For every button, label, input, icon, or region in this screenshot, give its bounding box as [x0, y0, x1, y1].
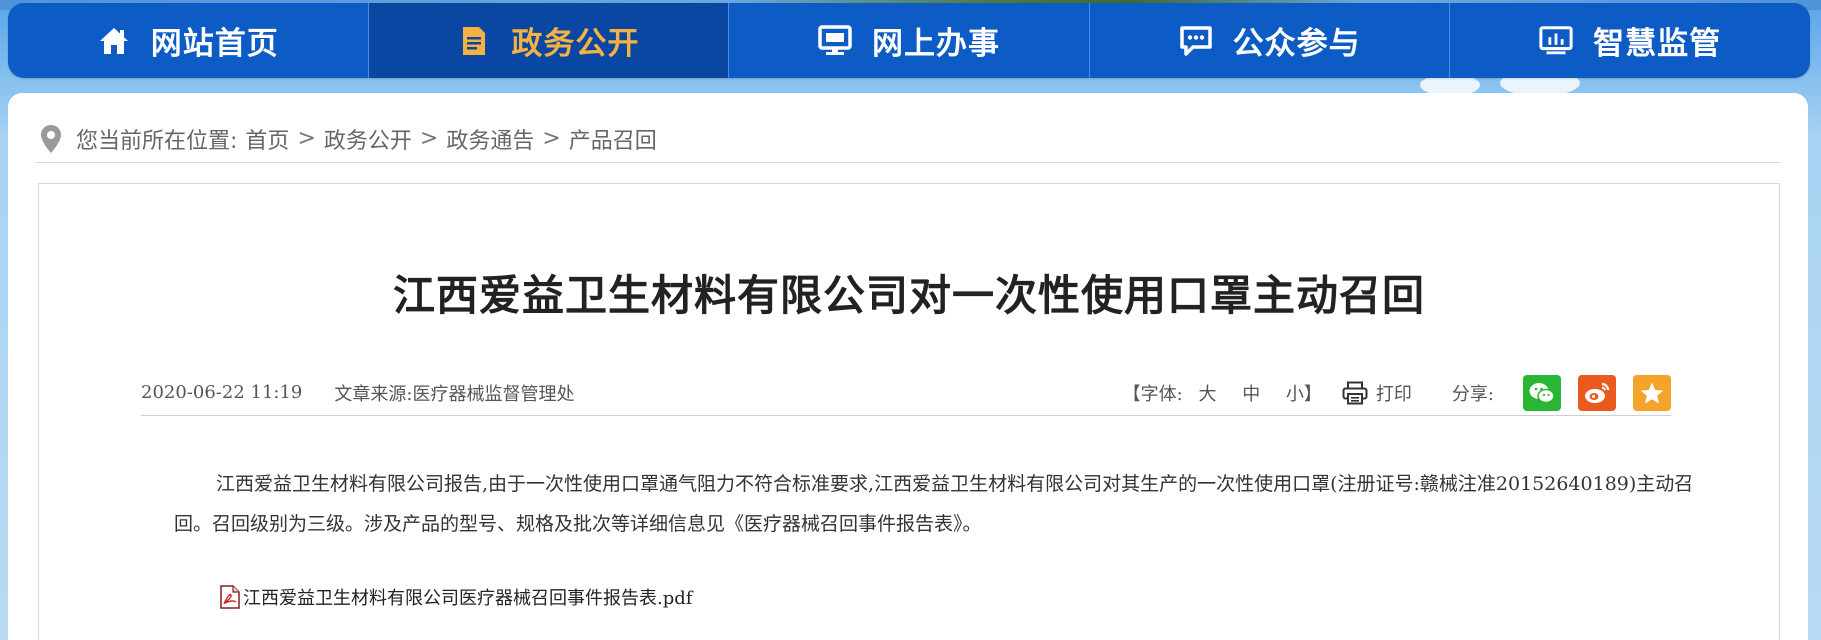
- breadcrumb-separator: >: [542, 126, 561, 151]
- nav-item-label: 网上办事: [871, 26, 1000, 62]
- location-pin-icon: [41, 124, 61, 153]
- favorite-icon: [1640, 382, 1664, 404]
- article-title: 江西爱益卫生材料有限公司对一次性使用口罩主动召回: [392, 272, 1425, 319]
- font-size-control: 【字体: 大 中 小】: [1123, 380, 1322, 406]
- breadcrumb-link-notices[interactable]: 政务通告: [446, 123, 534, 155]
- print-button[interactable]: 打印: [1342, 380, 1412, 406]
- breadcrumb-link-government-affairs[interactable]: 政务公开: [324, 123, 412, 155]
- nav-item-home[interactable]: 网站首页: [8, 3, 369, 78]
- share-wechat-button[interactable]: [1523, 374, 1561, 411]
- font-size-label: 【字体:: [1122, 383, 1183, 405]
- content-card: 您当前所在位置: 首页 > 政务公开 > 政务通告 > 产品召回 江西爱益卫生材…: [8, 93, 1808, 640]
- attachment-filename: 江西爱益卫生材料有限公司医疗器械召回事件报告表.pdf: [243, 588, 693, 609]
- print-label: 打印: [1375, 383, 1412, 405]
- font-size-small-button[interactable]: 小】: [1286, 384, 1322, 405]
- nav-item-label: 智慧监管: [1593, 26, 1722, 62]
- breadcrumb-separator: >: [419, 126, 439, 151]
- nav-item-label: 政务公开: [511, 26, 640, 62]
- printer-icon: [1342, 381, 1368, 404]
- monitor-icon: [818, 24, 852, 58]
- dashboard-icon: [1539, 24, 1573, 58]
- article-container: 江西爱益卫生材料有限公司对一次性使用口罩主动召回 2020-06-22 11:1…: [38, 183, 1780, 640]
- article-meta: 2020-06-22 11:19 文章来源:医疗器械监督管理处 【字体: 大 中…: [141, 370, 1671, 416]
- font-size-medium-button[interactable]: 中: [1242, 384, 1260, 405]
- breadcrumb-prefix: 您当前所在位置:: [76, 128, 238, 154]
- attachment-link[interactable]: 江西爱益卫生材料有限公司医疗器械召回事件报告表.pdf: [219, 584, 692, 610]
- publish-date: 2020-06-22 11:19: [141, 382, 303, 403]
- chat-icon: [1179, 24, 1213, 58]
- nav-item-public-participation[interactable]: 公众参与: [1090, 3, 1451, 78]
- article-source: 文章来源:医疗器械监督管理处: [334, 383, 575, 405]
- nav-item-label: 公众参与: [1232, 26, 1361, 62]
- weibo-icon: [1585, 382, 1610, 403]
- nav-item-label: 网站首页: [150, 26, 279, 62]
- main-nav: 网站首页 政务公开 网上办事 公众参与 智慧监管: [8, 3, 1810, 78]
- pdf-file-icon: [220, 585, 240, 609]
- home-icon: [97, 24, 131, 58]
- share-favorite-button[interactable]: [1633, 374, 1671, 411]
- nav-item-online-services[interactable]: 网上办事: [729, 3, 1090, 78]
- breadcrumb-separator: >: [297, 126, 316, 151]
- nav-item-government-affairs[interactable]: 政务公开: [368, 3, 730, 78]
- nav-item-smart-supervision[interactable]: 智慧监管: [1450, 3, 1810, 78]
- breadcrumb: 您当前所在位置: 首页 > 政务公开 > 政务通告 > 产品召回: [36, 115, 1780, 163]
- share-weibo-button[interactable]: [1578, 374, 1616, 411]
- breadcrumb-link-product-recall[interactable]: 产品召回: [569, 123, 657, 155]
- font-size-large-button[interactable]: 大: [1198, 384, 1216, 405]
- article-body: 江西爱益卫生材料有限公司报告,由于一次性使用口罩通气阻力不符合标准要求,江西爱益…: [174, 473, 1694, 535]
- document-icon: [457, 24, 491, 58]
- share-label: 分享:: [1451, 383, 1494, 405]
- wechat-icon: [1529, 382, 1555, 403]
- breadcrumb-link-home[interactable]: 首页: [245, 123, 289, 155]
